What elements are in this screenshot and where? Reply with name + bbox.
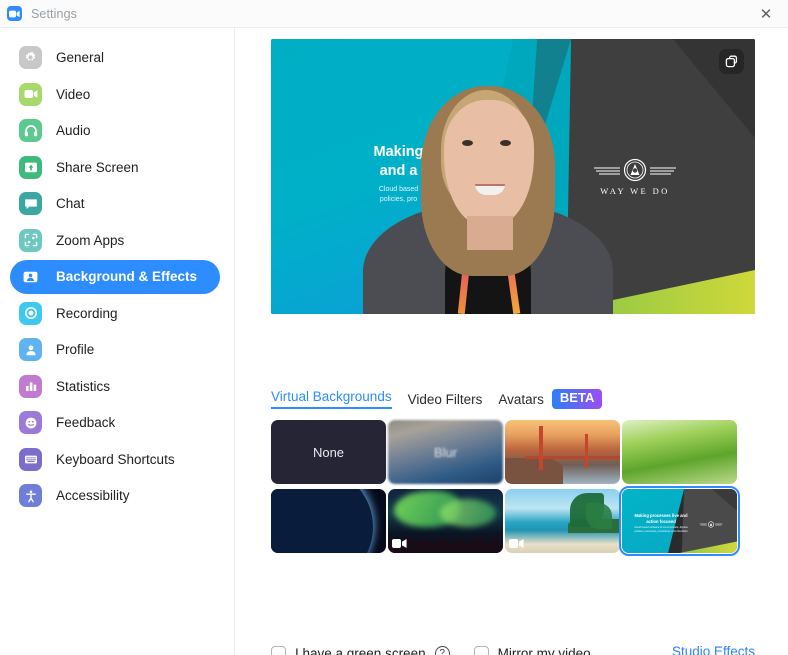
sidebar-item-label: Recording (56, 305, 118, 321)
close-icon[interactable]: ✕ (744, 0, 788, 28)
keyboard-icon (19, 447, 42, 471)
green-screen-checkbox[interactable] (271, 645, 286, 655)
bar-chart-icon (19, 374, 42, 398)
video-camera-icon (19, 82, 42, 106)
thumbnail-label: None (312, 444, 345, 460)
background-thumbnail-grid: None Blur Making processes live and acti… (271, 420, 755, 564)
thumbnail-label: Blur (433, 444, 458, 460)
sidebar-item-background-and-effects[interactable]: Background & Effects (10, 259, 220, 294)
sidebar-item-share-screen[interactable]: Share Screen (10, 150, 220, 184)
sidebar-item-zoom-apps[interactable]: Zoom Apps (10, 223, 220, 257)
sidebar-item-label: General (56, 50, 105, 65)
tab-video-filters[interactable]: Video Filters (408, 392, 483, 407)
sidebar-item-statistics[interactable]: Statistics (10, 369, 220, 403)
mirror-video-checkbox[interactable] (473, 645, 489, 655)
sidebar-item-general[interactable]: General (10, 41, 220, 75)
sidebar-item-feedback[interactable]: Feedback (10, 406, 220, 440)
gear-icon (19, 46, 42, 69)
sidebar-item-profile[interactable]: Profile (10, 333, 220, 367)
background-thumbnail-none[interactable]: None (271, 420, 386, 484)
thumbnail-way-we-do-logo (698, 516, 724, 534)
sidebar-item-label: Profile (56, 342, 95, 357)
zoom-video-icon (7, 6, 22, 21)
video-badge-icon (392, 539, 407, 548)
question-mark-icon[interactable]: ? (434, 645, 450, 655)
sidebar-item-label: Chat (56, 196, 85, 211)
sidebar-item-label: Background & Effects (56, 269, 198, 284)
sidebar-item-keyboard-shortcuts[interactable]: Keyboard Shortcuts (10, 442, 220, 476)
background-thumbnail-way-we-do-branded[interactable]: Making processes live and action focused… (619, 486, 740, 556)
background-thumbnail-tropical-beach[interactable] (505, 489, 620, 553)
person-video-feed (363, 64, 613, 314)
settings-sidebar: General Video Audio Share Screen Chat Zo… (0, 28, 235, 655)
window-title: Settings (31, 6, 77, 21)
background-thumbnail-blur[interactable]: Blur (388, 420, 503, 484)
tab-virtual-backgrounds[interactable]: Virtual Backgrounds (271, 389, 392, 409)
sidebar-item-label: Share Screen (56, 159, 139, 175)
record-circle-icon (19, 301, 42, 325)
background-thumbnail-golden-gate-bridge[interactable] (505, 420, 620, 484)
person-card-icon (19, 265, 42, 288)
thumbnail-brand-subtext: Cloud based software to communicate, dig… (634, 526, 688, 533)
person-icon (19, 338, 42, 361)
settings-window: Settings ✕ General Video Audio Share Scr… (0, 0, 788, 655)
sidebar-item-label: Feedback (56, 415, 116, 430)
background-and-effects-panel: Making and a Cloud based policies, pro W… (236, 28, 788, 655)
video-preview: Making and a Cloud based policies, pro W… (271, 39, 755, 314)
zoom-apps-icon (19, 228, 42, 252)
duplicate-window-icon[interactable] (719, 49, 744, 74)
headphones-icon (19, 119, 42, 142)
sidebar-item-audio[interactable]: Audio (10, 114, 220, 148)
title-bar: Settings ✕ (0, 0, 788, 28)
effects-tabs: Virtual Backgrounds Video Filters Avatar… (271, 386, 755, 412)
sidebar-item-label: Statistics (56, 378, 111, 394)
share-screen-icon (19, 155, 42, 179)
sidebar-item-label: Accessibility (56, 488, 130, 503)
accessibility-icon (19, 484, 42, 507)
video-badge-icon (509, 539, 524, 548)
sidebar-item-recording[interactable]: Recording (10, 296, 220, 330)
background-thumbnail-earth-from-space[interactable] (271, 489, 386, 553)
beta-badge: BETA (551, 389, 603, 409)
sidebar-item-label: Zoom Apps (56, 232, 125, 248)
thumbnail-brand-headline: Making processes live and action focused (634, 513, 688, 524)
chat-bubble-icon (19, 192, 42, 215)
sidebar-item-chat[interactable]: Chat (10, 187, 220, 221)
sidebar-item-accessibility[interactable]: Accessibility (10, 479, 220, 513)
studio-effects-link[interactable]: Studio Effects (672, 644, 755, 655)
sidebar-item-video[interactable]: Video (10, 77, 220, 111)
background-thumbnail-grass[interactable] (622, 420, 737, 484)
sidebar-item-label: Keyboard Shortcuts (56, 451, 175, 467)
mirror-video-label: Mirror my video (497, 645, 591, 655)
sidebar-item-label: Video (56, 86, 91, 102)
green-screen-label: I have a green screen (295, 645, 426, 655)
tab-avatars[interactable]: Avatars (498, 392, 544, 407)
sidebar-item-label: Audio (56, 123, 91, 138)
smiley-icon (19, 411, 42, 434)
background-thumbnail-aurora-borealis[interactable] (388, 489, 503, 553)
